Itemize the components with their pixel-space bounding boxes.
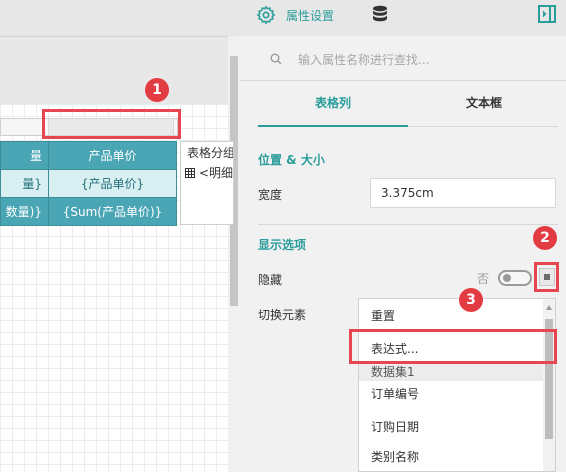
- dropdown-option[interactable]: 类别名称: [359, 448, 543, 465]
- hidden-toggle[interactable]: [498, 270, 532, 286]
- table-detail-row: 量} {产品单价}: [0, 169, 177, 198]
- search-icon: [270, 53, 282, 65]
- collapse-panel-icon[interactable]: [537, 4, 557, 24]
- callout-marker-2: 2: [533, 226, 557, 250]
- width-input[interactable]: 3.375cm: [370, 178, 556, 208]
- tab-table-column[interactable]: 表格列: [315, 94, 351, 111]
- section-position-size: 位置 & 大小: [258, 153, 325, 167]
- report-canvas-header: [0, 36, 228, 104]
- hidden-label: 隐藏: [258, 273, 283, 287]
- database-icon[interactable]: [370, 4, 390, 24]
- search-input[interactable]: 输入属性名称进行查找...: [298, 51, 429, 68]
- callout-marker-3: 3: [459, 288, 483, 312]
- table-group-title: 表格分组: [187, 146, 234, 160]
- dropdown-group-header: 数据集1: [359, 363, 543, 381]
- toggle-element-label: 切换元素: [258, 308, 307, 322]
- table-cell[interactable]: 数量)}: [0, 197, 49, 226]
- section-display-options: 显示选项: [258, 238, 307, 252]
- table-group-popup: 表格分组 <明细: [180, 141, 234, 225]
- table-group-item[interactable]: <明细: [185, 164, 233, 181]
- table-header-row: 量 产品单价: [0, 141, 177, 170]
- dropdown-option[interactable]: 订购日期: [359, 418, 543, 435]
- top-bar: 属性设置: [0, 0, 566, 30]
- table-cell[interactable]: {产品单价}: [48, 169, 177, 198]
- toggle-off-label: 否: [477, 272, 490, 286]
- table-summary-row: 数量)} {Sum(产品单价)}: [0, 197, 177, 226]
- tab-textbox[interactable]: 文本框: [466, 94, 502, 111]
- toggle-element-dropdown[interactable]: 重置 表达式... 数据集1 订单编号 订购日期 类别名称: [358, 298, 556, 472]
- tab-property-settings-label: 属性设置: [286, 8, 335, 23]
- table-grid-icon: [185, 167, 195, 178]
- dropdown-option[interactable]: 订单编号: [359, 385, 543, 402]
- dropdown-option[interactable]: 重置: [359, 307, 543, 324]
- dropdown-scrollbar[interactable]: [543, 299, 555, 471]
- divider: [240, 80, 566, 81]
- report-table[interactable]: 量 产品单价 量} {产品单价} 数量)} {Sum(产品单价)}: [0, 141, 177, 226]
- callout-marker-1: 1: [145, 78, 169, 102]
- callout-box-3: [349, 329, 557, 364]
- property-search[interactable]: 输入属性名称进行查找...: [256, 46, 556, 72]
- table-cell[interactable]: 产品单价: [48, 141, 177, 170]
- canvas-vertical-scrollbar[interactable]: [228, 36, 240, 472]
- scroll-up-arrow-icon[interactable]: [546, 305, 552, 310]
- toggle-knob: [503, 274, 511, 282]
- width-label: 宽度: [258, 188, 283, 202]
- table-group-item-label: <明细: [199, 166, 234, 180]
- callout-box-1: [42, 109, 181, 139]
- callout-box-2: [534, 262, 559, 292]
- tab-property-settings[interactable]: 属性设置: [256, 3, 334, 27]
- divider: [258, 224, 558, 225]
- gear-icon: [256, 5, 276, 25]
- table-cell[interactable]: 量: [0, 141, 49, 170]
- table-cell[interactable]: {Sum(产品单价)}: [48, 197, 177, 226]
- active-tab-indicator: [258, 125, 408, 127]
- table-cell[interactable]: 量}: [0, 169, 49, 198]
